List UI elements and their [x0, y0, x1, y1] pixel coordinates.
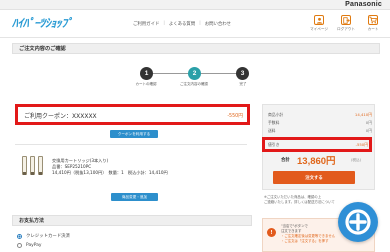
cart-button[interactable]: カート	[362, 13, 384, 36]
product-info: 交換用カートリッジ(3本入り) 品番：SEP25210PC 14,410円（税抜…	[52, 158, 168, 176]
nav-separator: |	[163, 21, 165, 26]
page-title-bar: ご注文内容のご確認	[12, 43, 380, 54]
nav-contact[interactable]: お問い合わせ	[205, 21, 231, 27]
info-icon: !	[267, 228, 276, 237]
ink-cartridge-image	[38, 156, 43, 175]
mypage-label: マイページ	[310, 27, 328, 31]
apply-coupon-button[interactable]: クーポンを利用する	[110, 130, 158, 138]
promo-text: "当店で"ボタンで 注文できます ・ご注文確定後は変更等できません ・ご注文は「…	[281, 224, 335, 244]
header-icons: マイページ ログアウト カート	[308, 13, 384, 36]
summary-value: 0円	[365, 128, 372, 133]
step-2-dot: 2	[188, 67, 201, 80]
product-image	[22, 156, 43, 175]
logout-icon	[341, 15, 351, 25]
user-icon	[314, 15, 324, 25]
summary-label: 手数料	[268, 120, 280, 125]
nav-separator: |	[199, 21, 201, 26]
step-3-label: 完了	[239, 82, 247, 86]
coupon-highlight-box: ご利用クーポン：XXXXXX -550円	[15, 104, 250, 125]
summary-label: 送料	[268, 128, 276, 133]
header-nav: ご利用ガイド | よくある質問 | お問い合わせ	[133, 21, 231, 27]
nav-faq[interactable]: よくある質問	[169, 21, 195, 27]
mypage-button[interactable]: マイページ	[308, 13, 330, 36]
payment-option-credit[interactable]: クレジットカード決済	[17, 233, 70, 239]
summary-value: 14,410円	[354, 112, 372, 117]
panasonic-logo: Panasonic	[345, 1, 382, 8]
logout-label: ログアウト	[337, 27, 355, 31]
ink-cartridge-image	[30, 156, 35, 175]
step-1-dot: 1	[140, 67, 153, 80]
summary-label: 値引き	[268, 142, 280, 147]
radio-paypay[interactable]	[17, 243, 22, 248]
summary-row-shipping: 送料 0円	[268, 128, 372, 134]
summary-note: ※ご注文いただいた商品は、確認の上 ご連絡いたします。詳しくは配送方法について	[264, 195, 335, 205]
total-value: 13,860円	[297, 156, 336, 167]
coupon-amount: -550円	[227, 114, 243, 119]
nav-guide[interactable]: ご利用ガイド	[133, 21, 159, 27]
promo-line: ・ご注文は「注文する」を押す	[281, 239, 329, 243]
divider	[15, 144, 247, 145]
summary-label: 商品小計	[268, 112, 284, 117]
total-label: 合計	[281, 158, 290, 163]
payment-title-bar: お支払方法	[12, 215, 252, 226]
payment-option-paypay[interactable]: PayPay	[17, 243, 41, 248]
product-price: 14,410円（税抜13,100円） 数量：1 税込小計：14,410円	[52, 170, 168, 175]
summary-row-fee: 手数料 0円	[268, 120, 372, 126]
summary-value: 0円	[365, 120, 372, 125]
coupon-label: ご利用クーポン：XXXXXX	[24, 113, 97, 120]
summary-row-subtotal: 商品小計 14,410円	[268, 112, 372, 118]
zoom-in-icon	[345, 209, 371, 235]
note-line: ご連絡いたします。詳しくは配送方法について	[264, 200, 335, 204]
summary-row-discount: 値引き -550円	[268, 142, 368, 148]
summary-value: -550円	[355, 142, 368, 147]
ink-cartridge-image	[22, 156, 27, 175]
logout-button[interactable]: ログアウト	[335, 13, 357, 36]
total-tax-note: (税込)	[351, 158, 361, 162]
order-steps: 1 2 3 カートの確認 ご注文内容の確認 完了	[136, 67, 250, 91]
top-strip: Panasonic	[0, 0, 390, 10]
payment-title: お支払方法	[19, 218, 45, 224]
step-3-dot: 3	[236, 67, 249, 80]
step-1-label: カートの確認	[135, 82, 157, 86]
payment-option-label: クレジットカード決済	[26, 234, 70, 239]
radio-credit[interactable]	[17, 233, 22, 239]
step-2-label: ご注文内容の確認	[180, 82, 208, 86]
cart-icon	[368, 15, 378, 25]
page-title: ご注文内容のご確認	[19, 46, 66, 52]
site-logo[interactable]: ﾊｲﾊﾟｰﾂｼｮｯﾌﾟ	[12, 15, 73, 31]
place-order-button[interactable]: 注文する	[273, 171, 355, 184]
site-header: ﾊｲﾊﾟｰﾂｼｮｯﾌﾟ ご利用ガイド | よくある質問 | お問い合わせ マイペ…	[0, 10, 390, 38]
change-product-button[interactable]: 商品変更・追加	[111, 193, 158, 201]
cart-label: カート	[367, 27, 379, 31]
payment-option-label: PayPay	[26, 243, 42, 248]
zoom-in-button[interactable]	[338, 202, 378, 242]
